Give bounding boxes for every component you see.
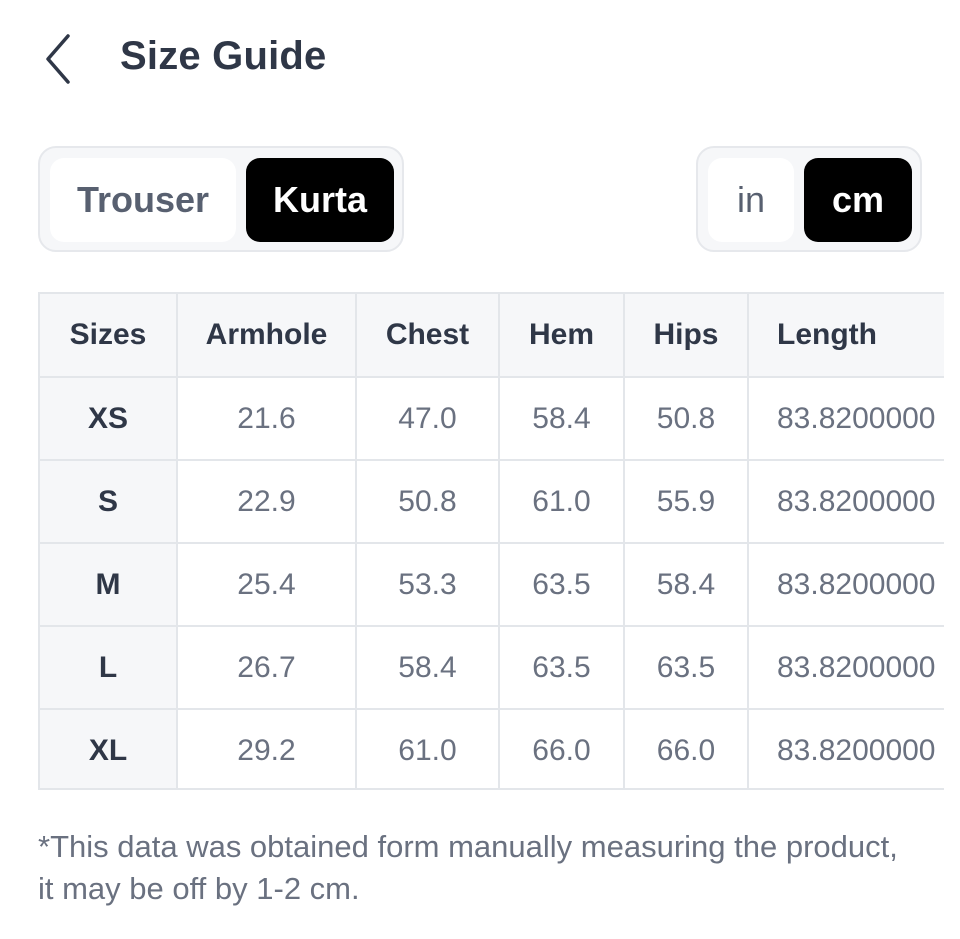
length-value: 83.8200000: [747, 708, 944, 788]
column-header-hips: Hips: [623, 294, 749, 378]
table-row: M 25.4 53.3 63.5 58.4 83.8200000: [40, 542, 944, 627]
chest-value: 61.0: [355, 708, 500, 788]
size-table: Sizes Armhole Chest Hem Hips Length XS 2…: [40, 294, 944, 788]
armhole-value: 22.9: [176, 459, 357, 544]
table-row: XL 29.2 61.0 66.0 66.0 83.8200000: [40, 708, 944, 788]
length-value: 83.8200000: [747, 625, 944, 710]
hem-value: 61.0: [498, 459, 625, 544]
hem-value: 66.0: [498, 708, 625, 788]
armhole-value: 25.4: [176, 542, 357, 627]
armhole-value: 21.6: [176, 377, 357, 461]
chevron-left-icon: [46, 34, 70, 84]
column-header-armhole: Armhole: [176, 294, 357, 378]
unit-tab-group: in cm: [696, 146, 922, 252]
hips-value: 55.9: [623, 459, 749, 544]
chest-value: 47.0: [355, 377, 500, 461]
chest-value: 58.4: [355, 625, 500, 710]
hips-value: 66.0: [623, 708, 749, 788]
chest-value: 50.8: [355, 459, 500, 544]
tab-kurta[interactable]: Kurta: [246, 158, 394, 242]
tab-unit-cm[interactable]: cm: [804, 158, 912, 242]
measurement-disclaimer: *This data was obtained form manually me…: [38, 829, 898, 906]
size-label: L: [40, 625, 178, 710]
hips-value: 50.8: [623, 377, 749, 461]
hem-value: 63.5: [498, 542, 625, 627]
column-header-length: Length: [747, 294, 944, 378]
size-label: XL: [40, 708, 178, 788]
table-row: S 22.9 50.8 61.0 55.9 83.8200000: [40, 459, 944, 544]
length-value: 83.8200000: [747, 377, 944, 461]
armhole-value: 29.2: [176, 708, 357, 788]
header: Size Guide: [0, 0, 960, 120]
chest-value: 53.3: [355, 542, 500, 627]
garment-tab-group: Trouser Kurta: [38, 146, 404, 252]
table-header-row: Sizes Armhole Chest Hem Hips Length: [40, 294, 944, 378]
length-value: 83.8200000: [747, 542, 944, 627]
tab-trouser[interactable]: Trouser: [50, 158, 236, 242]
back-button[interactable]: [38, 30, 82, 88]
column-header-chest: Chest: [355, 294, 500, 378]
column-header-hem: Hem: [498, 294, 625, 378]
size-label: S: [40, 459, 178, 544]
hips-value: 63.5: [623, 625, 749, 710]
size-label: M: [40, 542, 178, 627]
page-title: Size Guide: [120, 34, 327, 78]
hips-value: 58.4: [623, 542, 749, 627]
column-header-sizes: Sizes: [40, 294, 178, 378]
size-label: XS: [40, 377, 178, 461]
hem-value: 58.4: [498, 377, 625, 461]
tab-unit-in[interactable]: in: [708, 158, 794, 242]
length-value: 83.8200000: [747, 459, 944, 544]
armhole-value: 26.7: [176, 625, 357, 710]
table-row: L 26.7 58.4 63.5 63.5 83.8200000: [40, 625, 944, 710]
hem-value: 63.5: [498, 625, 625, 710]
size-table-scroll[interactable]: Sizes Armhole Chest Hem Hips Length XS 2…: [38, 292, 944, 790]
table-row: XS 21.6 47.0 58.4 50.8 83.8200000: [40, 377, 944, 461]
